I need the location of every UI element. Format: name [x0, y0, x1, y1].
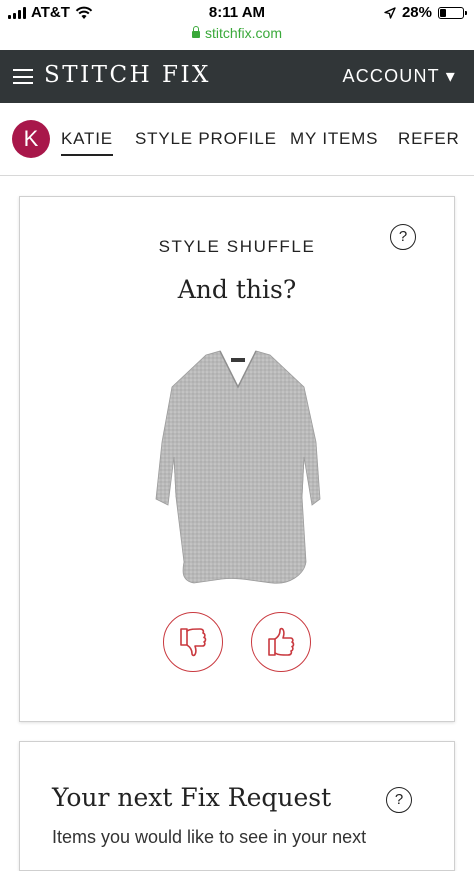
shuffle-prompt: And this?: [177, 275, 297, 304]
location-arrow-icon: [384, 6, 396, 19]
battery-icon: [438, 6, 467, 19]
status-bar: AT&T 8:11 AM 28%: [0, 0, 474, 28]
thumbs-up-button[interactable]: [251, 612, 311, 672]
lock-icon: [191, 26, 200, 38]
menu-icon[interactable]: [13, 69, 33, 84]
avatar[interactable]: K: [12, 120, 50, 158]
site-logo[interactable]: STITCH FIX: [44, 62, 211, 88]
card-kicker: STYLE SHUFFLE: [158, 237, 316, 256]
status-right: 28%: [384, 4, 467, 21]
address-bar[interactable]: stitchfix.com: [0, 25, 474, 41]
thumbs-up-icon: [268, 627, 295, 656]
battery-fill: [440, 8, 446, 17]
battery-percent: 28%: [401, 4, 432, 21]
fix-request-card: Your next Fix Request ? Items you would …: [19, 741, 455, 871]
thumbs-down-button[interactable]: [163, 612, 223, 672]
style-shuffle-card: STYLE SHUFFLE ? And this?: [19, 196, 455, 722]
fix-request-description: Items you would like to see in your next: [52, 827, 367, 847]
thumbs-down-icon: [180, 628, 207, 657]
gray-dolman-sweater-image: [155, 350, 321, 584]
nav-item-style-profile[interactable]: STYLE PROFILE: [135, 129, 277, 149]
nav-item-refer[interactable]: REFER: [398, 129, 460, 149]
help-icon[interactable]: ?: [386, 787, 412, 813]
account-menu-button[interactable]: ACCOUNT ▾: [342, 66, 456, 87]
nav-item-katie[interactable]: KATIE: [61, 129, 113, 156]
help-icon[interactable]: ?: [390, 224, 416, 250]
profile-nav: K KATIE STYLE PROFILE MY ITEMS REFER: [0, 103, 474, 176]
fix-request-title: Your next Fix Request: [52, 783, 332, 812]
nav-item-my-items[interactable]: MY ITEMS: [290, 129, 378, 149]
site-header: STITCH FIX ACCOUNT ▾: [0, 50, 474, 103]
url-text: stitchfix.com: [204, 25, 282, 41]
